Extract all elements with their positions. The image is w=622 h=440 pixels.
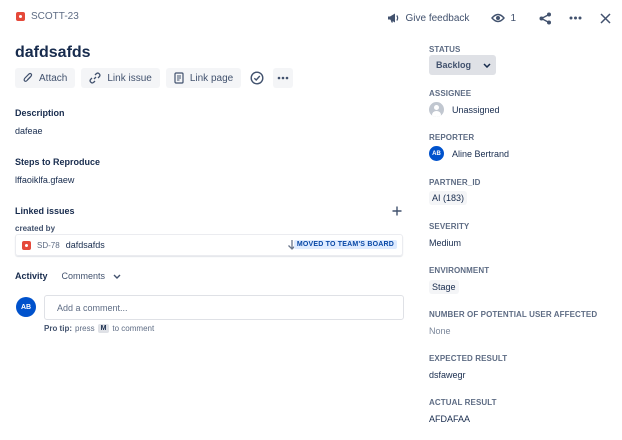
- status-dropdown[interactable]: Backlog: [429, 55, 496, 75]
- unassigned-avatar-icon: [429, 102, 444, 117]
- activity-heading: Activity: [15, 271, 48, 281]
- share-icon: [539, 12, 551, 24]
- activity-header: Activity Comments: [15, 271, 121, 281]
- eye-icon: [491, 13, 506, 23]
- more-icon: [277, 76, 289, 80]
- bug-icon: [16, 12, 25, 21]
- status-label: STATUS: [429, 45, 461, 54]
- issue-header: SCOTT-23 Give feedback 1: [0, 0, 622, 36]
- protip-suffix: to comment: [112, 324, 155, 333]
- watch-button[interactable]: 1: [491, 12, 516, 24]
- protip: Pro tip: press M to comment: [44, 324, 154, 333]
- bug-icon: [22, 240, 31, 250]
- actual-result-value[interactable]: AFDAFAA: [429, 414, 470, 424]
- severity-value[interactable]: Medium: [429, 238, 461, 248]
- actual-result-label: ACTUAL RESULT: [429, 398, 497, 407]
- comment-input[interactable]: Add a comment...: [44, 295, 404, 320]
- paperclip-icon: [23, 72, 33, 82]
- linked-issues-heading: Linked issues: [15, 206, 75, 216]
- link-page-label: Link page: [189, 72, 234, 84]
- chevron-down-icon: [483, 62, 491, 68]
- created-by-label: created by: [15, 224, 56, 233]
- check-circle-icon: [250, 71, 264, 85]
- activity-filter-value: Comments: [61, 271, 106, 281]
- page-icon: [174, 72, 184, 84]
- reporter-value: Aline Bertrand: [452, 148, 510, 159]
- give-feedback-button[interactable]: Give feedback: [387, 12, 470, 24]
- status-value: Backlog: [436, 60, 472, 70]
- severity-label: SEVERITY: [429, 222, 470, 231]
- more-icon: [569, 16, 581, 20]
- attach-label: Attach: [39, 72, 68, 84]
- expected-result-label: EXPECTED RESULT: [429, 354, 508, 363]
- megaphone-icon: [387, 13, 398, 23]
- issue-title[interactable]: dafdsafds: [15, 44, 91, 62]
- link-issue-button[interactable]: Link issue: [81, 68, 160, 88]
- users-affected-label: NUMBER OF POTENTIAL USER AFFECTED: [429, 310, 598, 319]
- linked-issue-summary[interactable]: dafdsafds: [66, 240, 105, 250]
- partner-id-value[interactable]: AI (183): [429, 191, 468, 205]
- toolbar-more-button[interactable]: [273, 68, 294, 88]
- link-page-button[interactable]: Link page: [165, 68, 242, 88]
- issue-toolbar: Attach Link issue Link page: [15, 68, 294, 88]
- users-affected-value[interactable]: None: [429, 326, 451, 336]
- protip-press: press: [75, 324, 95, 333]
- partner-id-label: PARTNER_ID: [429, 178, 481, 187]
- status-badge[interactable]: MOVED TO TEAM'S BOARD: [293, 240, 397, 249]
- give-feedback-label: Give feedback: [405, 12, 470, 24]
- breadcrumb[interactable]: SCOTT-23: [16, 11, 79, 22]
- protip-label: Pro tip:: [44, 324, 72, 333]
- plus-icon[interactable]: [391, 205, 403, 217]
- steps-text[interactable]: lffaoiklfa.gfaew: [15, 175, 74, 185]
- chevron-down-icon: [113, 274, 121, 279]
- more-actions-button[interactable]: [566, 9, 584, 27]
- shortcut-key: M: [97, 324, 110, 333]
- environment-value[interactable]: Stage: [429, 280, 459, 294]
- avatar: AB: [429, 146, 444, 161]
- reporter-label: REPORTER: [429, 133, 475, 142]
- description-text[interactable]: dafeae: [15, 126, 43, 136]
- expected-result-value[interactable]: dsfawegr: [429, 370, 466, 380]
- share-button[interactable]: [536, 9, 554, 27]
- avatar: AB: [16, 297, 36, 317]
- close-icon: [599, 12, 611, 24]
- description-heading: Description: [15, 108, 65, 118]
- linked-issue-key[interactable]: SD-78: [37, 241, 60, 250]
- issue-key[interactable]: SCOTT-23: [31, 11, 79, 22]
- environment-label: ENVIRONMENT: [429, 266, 490, 275]
- checklist-button[interactable]: [247, 68, 267, 88]
- header-actions: Give feedback 1: [387, 8, 615, 28]
- steps-heading: Steps to Reproduce: [15, 157, 101, 167]
- activity-filter-select[interactable]: Comments: [62, 271, 122, 281]
- assignee-label: ASSIGNEE: [429, 89, 472, 98]
- close-button[interactable]: [596, 9, 614, 27]
- link-issue-label: Link issue: [107, 72, 152, 84]
- assignee-field[interactable]: Unassigned: [429, 102, 500, 117]
- attach-button[interactable]: Attach: [15, 68, 76, 88]
- assignee-value: Unassigned: [452, 104, 500, 115]
- reporter-field[interactable]: AB Aline Bertrand: [429, 146, 509, 161]
- linked-issue-row[interactable]: SD-78 dafdsafds MOVED TO TEAM'S BOARD: [15, 234, 403, 256]
- watch-count: 1: [510, 12, 516, 24]
- link-icon: [89, 72, 101, 84]
